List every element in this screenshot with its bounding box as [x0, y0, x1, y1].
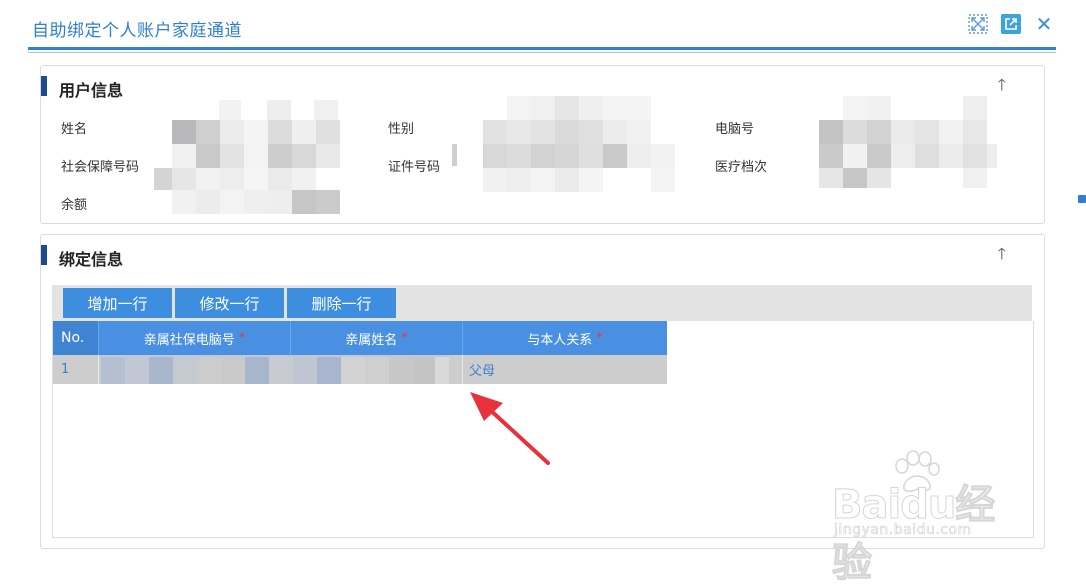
baidu-watermark: Baidu经验 jingyan.baidu.com	[832, 450, 1032, 587]
watermark-url: jingyan.baidu.com	[834, 522, 972, 539]
scroll-marker[interactable]	[1078, 195, 1086, 203]
